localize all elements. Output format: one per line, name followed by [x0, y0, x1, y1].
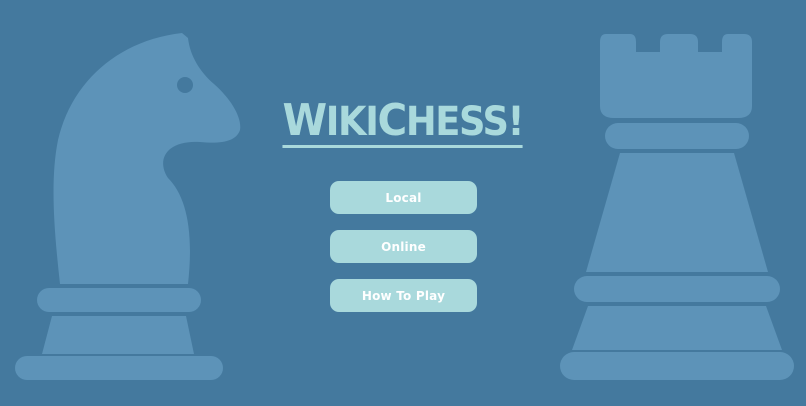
chess-rook-icon — [560, 34, 794, 380]
game-title: WIKICHESS! — [0, 98, 806, 148]
title-iki: IKI — [325, 99, 379, 145]
title-w: W — [282, 95, 328, 146]
how-to-play-button[interactable]: How To Play — [330, 279, 477, 312]
main-menu: Local Online How To Play — [330, 181, 477, 328]
main-menu-screen: WIKICHESS! Local Online How To Play — [0, 0, 806, 406]
chess-knight-icon — [15, 33, 241, 380]
title-hess: HESS! — [406, 99, 525, 145]
online-button[interactable]: Online — [330, 230, 477, 263]
local-button[interactable]: Local — [330, 181, 477, 214]
title-c: C — [377, 95, 408, 146]
